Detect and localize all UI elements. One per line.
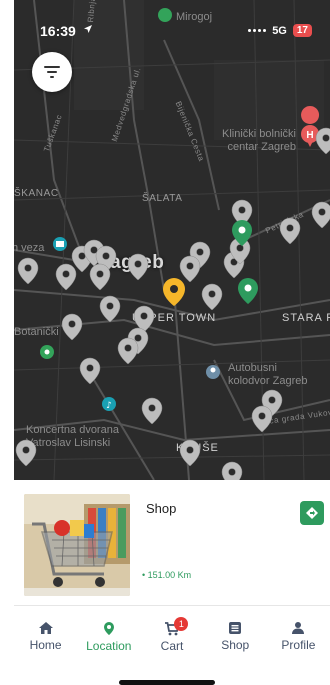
- nav-shop[interactable]: Shop: [204, 606, 267, 661]
- map-label-zagreb: Zagreb: [98, 252, 165, 273]
- shopping-cart-photo: [24, 494, 130, 596]
- signal-icon: [248, 29, 267, 32]
- filter-icon: [44, 66, 60, 78]
- shop-distance: • 151.00 Km: [142, 570, 192, 580]
- map-label-botanicki: Botanički: [14, 326, 59, 338]
- nav-location[interactable]: Location: [77, 606, 140, 661]
- map-label-veza: h veza: [14, 242, 45, 254]
- map-label-skanac: ŠKANAC: [14, 188, 59, 199]
- battery-indicator: 17: [292, 24, 312, 37]
- filter-button[interactable]: [32, 52, 72, 92]
- app-screen: Mirogoj Klinički bolnički centar Zagreb …: [0, 0, 330, 685]
- map-label-upper-town: UPPER TOWN: [132, 312, 217, 324]
- bottom-nav: Home Location 1 Cart Shop Profile: [14, 605, 330, 661]
- nav-profile-label: Profile: [281, 638, 316, 652]
- shop-distance-value: 151.00 Km: [147, 570, 192, 580]
- status-indicators: 5G 17: [248, 24, 312, 37]
- shop-image: [24, 494, 130, 596]
- map-label-hospital: Klinički bolnički centar Zagreb: [222, 128, 296, 153]
- status-time: 16:39: [40, 23, 76, 39]
- shop-list-icon: [229, 622, 242, 634]
- nav-shop-label: Shop: [221, 638, 250, 652]
- shop-card[interactable]: Shop • 151.00 Km: [14, 480, 330, 605]
- directions-button[interactable]: [300, 501, 324, 525]
- nav-home[interactable]: Home: [14, 606, 77, 661]
- nav-home-label: Home: [29, 638, 62, 652]
- profile-icon: [292, 622, 305, 634]
- nav-cart-label: Cart: [160, 639, 184, 653]
- map-label-stara-pe: STARA PE: [282, 312, 330, 324]
- map-label-salata: ŠALATA: [142, 193, 183, 204]
- map-label-bus-station: Autobusni kolodvor Zagreb: [228, 362, 308, 387]
- nav-location-label: Location: [86, 639, 132, 653]
- nav-profile[interactable]: Profile: [267, 606, 330, 661]
- directions-icon: [306, 507, 318, 519]
- shop-title: Shop: [146, 501, 177, 516]
- network-type: 5G: [272, 24, 287, 37]
- map-label-kruse: KRUŠE: [176, 442, 219, 454]
- home-icon: [38, 622, 53, 634]
- nav-cart[interactable]: 1 Cart: [140, 606, 203, 661]
- location-arrow-icon: [84, 25, 92, 33]
- cart-count-badge: 1: [174, 617, 189, 631]
- status-bar: 16:39 5G 17: [14, 20, 314, 44]
- location-pin-icon: [103, 622, 114, 635]
- home-indicator: [119, 680, 215, 685]
- map-label-concert-hall: Koncertna dvorana Vatroslav Lisinski: [26, 424, 119, 449]
